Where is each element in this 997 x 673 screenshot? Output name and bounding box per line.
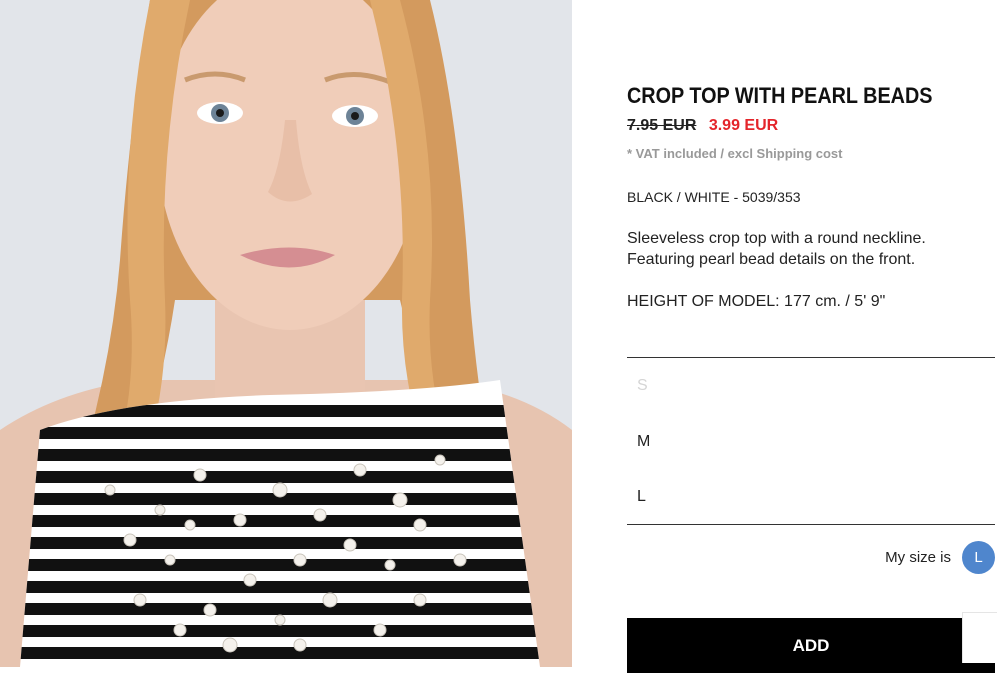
description-line: Featuring pearl bead details on the fron… bbox=[627, 251, 916, 268]
size-option-l[interactable]: L bbox=[627, 469, 995, 524]
add-to-cart-button[interactable]: ADD bbox=[627, 618, 995, 673]
my-size-badge[interactable]: L bbox=[962, 540, 995, 574]
model-height: HEIGHT OF MODEL: 177 cm. / 5' 9" bbox=[627, 293, 886, 310]
old-price: 7.95 EUR bbox=[627, 117, 697, 134]
my-size-recommendation[interactable]: My size is L bbox=[885, 540, 995, 574]
size-option-s: S bbox=[637, 377, 648, 394]
product-description: Sleeveless crop top with a round necklin… bbox=[627, 228, 995, 270]
floating-corner-box[interactable] bbox=[962, 612, 997, 663]
size-selector: S M L bbox=[627, 357, 995, 525]
product-info-panel: CROP TOP WITH PEARL BEADS 7.95 EUR 3.99 … bbox=[627, 0, 995, 673]
color-reference: BLACK / WHITE - 5039/353 bbox=[627, 189, 801, 205]
my-size-label: My size is bbox=[885, 548, 951, 566]
product-photo bbox=[0, 0, 572, 667]
sale-price: 3.99 EUR bbox=[708, 117, 779, 134]
price-row: 7.95 EUR 3.99 EUR bbox=[627, 117, 778, 135]
description-line: Sleeveless crop top with a round necklin… bbox=[627, 230, 926, 247]
product-title: CROP TOP WITH PEARL BEADS bbox=[627, 83, 933, 108]
size-option-m[interactable]: M bbox=[627, 414, 995, 469]
vat-note: * VAT included / excl Shipping cost bbox=[627, 146, 843, 161]
